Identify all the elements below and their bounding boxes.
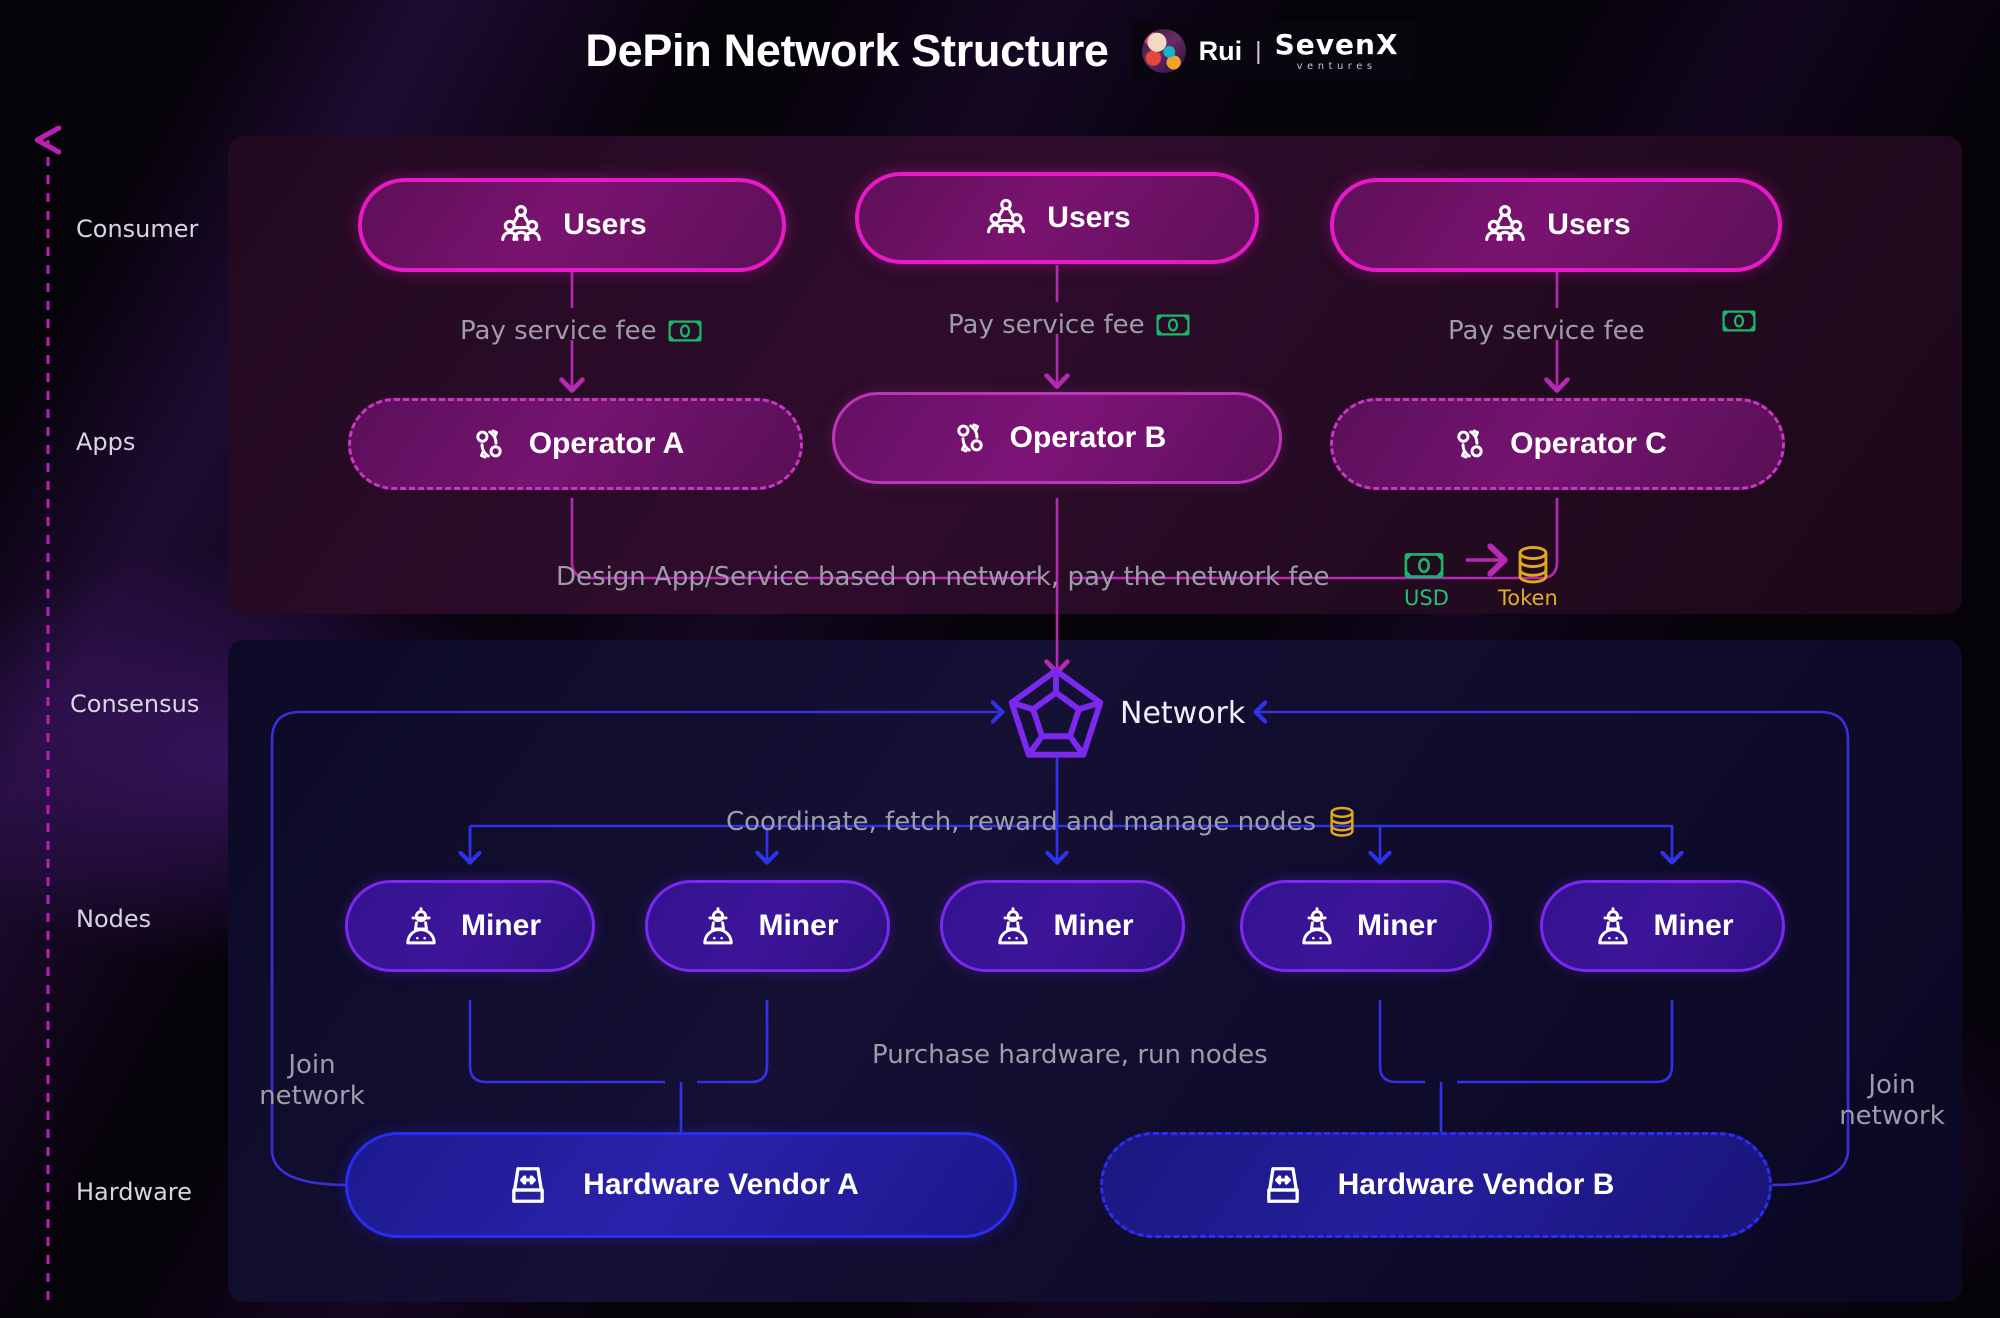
coin-stack-icon (1327, 806, 1357, 838)
purchase-hardware-caption: Purchase hardware, run nodes (872, 1040, 1268, 1070)
miner-icon (696, 904, 740, 948)
node-label: Miner (1653, 909, 1733, 943)
axis-label-nodes: Nodes (76, 905, 151, 933)
miner-icon (1591, 904, 1635, 948)
brand-divider: | (1255, 37, 1262, 66)
node-users-c[interactable]: Users (1330, 178, 1782, 272)
brand-badge: Rui | SevenX ventures (1131, 22, 1415, 80)
rui-avatar-icon (1142, 29, 1186, 73)
users-group-icon (983, 195, 1029, 241)
usd-label: USD (1404, 586, 1449, 610)
banknote-icon (1404, 552, 1444, 579)
sevenx-tagline: ventures (1297, 62, 1377, 72)
sevenx-wordmark: SevenX (1275, 31, 1399, 59)
users-group-icon (497, 201, 545, 249)
pay-service-fee-caption-c: Pay service fee (1448, 316, 1645, 346)
node-users-a[interactable]: Users (358, 178, 786, 272)
hardware-box-icon (1258, 1160, 1308, 1210)
miner-icon (399, 904, 443, 948)
users-group-icon (1481, 201, 1529, 249)
page-title: DePin Network Structure (585, 25, 1108, 77)
axis-label-consensus: Consensus (70, 690, 199, 718)
node-operator-c[interactable]: Operator C (1330, 398, 1785, 490)
pay-service-fee-icon-c (1722, 310, 1756, 332)
node-hardware-vendor-a[interactable]: Hardware Vendor A (345, 1132, 1017, 1238)
node-label: Hardware Vendor B (1338, 1168, 1615, 1202)
caption-text: Join network (1839, 1070, 1945, 1131)
miner-icon (991, 904, 1035, 948)
banknote-icon (1156, 314, 1190, 336)
node-label: Miner (758, 909, 838, 943)
operator-nodes-icon (948, 416, 992, 460)
node-label: Users (563, 208, 646, 242)
node-label: Users (1547, 208, 1630, 242)
join-network-left-caption: Join network (232, 1050, 392, 1111)
node-label: Miner (1053, 909, 1133, 943)
node-label: Miner (461, 909, 541, 943)
banknote-icon (1722, 310, 1756, 332)
node-operator-a[interactable]: Operator A (348, 398, 803, 490)
caption-text: Design App/Service based on network, pay… (556, 562, 1329, 592)
caption-text: Pay service fee (1448, 316, 1645, 346)
caption-text: Coordinate, fetch, reward and manage nod… (726, 807, 1316, 837)
brand-author-name: Rui (1199, 36, 1243, 67)
node-users-b[interactable]: Users (855, 172, 1259, 264)
token-label: Token (1498, 586, 1558, 610)
network-label: Network (1120, 696, 1245, 731)
node-hardware-vendor-b[interactable]: Hardware Vendor B (1100, 1132, 1772, 1238)
node-label: Miner (1357, 909, 1437, 943)
coordinate-caption: Coordinate, fetch, reward and manage nod… (726, 806, 1357, 838)
join-network-right-caption: Join network (1812, 1070, 1972, 1131)
sevenx-logo: SevenX ventures (1275, 31, 1399, 72)
node-label: Operator C (1510, 427, 1667, 461)
node-operator-b[interactable]: Operator B (832, 392, 1282, 484)
caption-text: Pay service fee (948, 310, 1145, 340)
hardware-box-icon (503, 1160, 553, 1210)
node-label: Users (1047, 201, 1130, 235)
pay-service-fee-caption-b: Pay service fee (948, 310, 1190, 340)
network-fee-caption: Design App/Service based on network, pay… (556, 562, 1329, 592)
node-label: Operator A (529, 427, 685, 461)
axis-label-apps: Apps (76, 428, 135, 456)
node-miner-5[interactable]: Miner (1540, 880, 1785, 972)
caption-text: Purchase hardware, run nodes (872, 1040, 1268, 1070)
node-miner-2[interactable]: Miner (645, 880, 890, 972)
node-miner-3[interactable]: Miner (940, 880, 1185, 972)
coin-stack-icon (1514, 545, 1552, 585)
banknote-icon (668, 320, 702, 342)
caption-text: Join network (259, 1050, 365, 1111)
node-network[interactable] (1008, 665, 1104, 761)
operator-nodes-icon (1448, 422, 1492, 466)
axis-label-consumer: Consumer (76, 215, 198, 243)
operator-nodes-icon (467, 422, 511, 466)
node-label: Operator B (1010, 421, 1167, 455)
caption-text: Pay service fee (460, 316, 657, 346)
node-miner-4[interactable]: Miner (1240, 880, 1492, 972)
page-header: DePin Network Structure Rui | SevenX ven… (0, 22, 2000, 80)
axis-label-hardware: Hardware (76, 1178, 192, 1206)
usd-token-conversion (1404, 545, 1552, 585)
miner-icon (1295, 904, 1339, 948)
pay-service-fee-caption-a: Pay service fee (460, 316, 702, 346)
node-miner-1[interactable]: Miner (345, 880, 595, 972)
diagram-canvas: DePin Network Structure Rui | SevenX ven… (0, 0, 2000, 1318)
node-label: Hardware Vendor A (583, 1168, 859, 1202)
